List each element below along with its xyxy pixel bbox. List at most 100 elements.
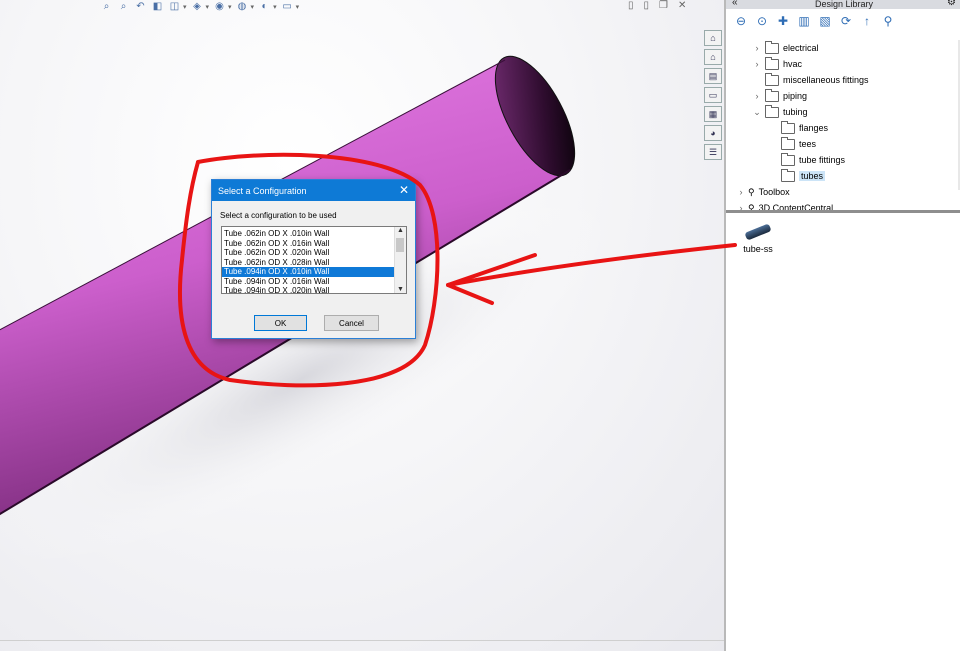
dropdown-caret-icon[interactable]: ▾ xyxy=(296,3,300,11)
list-scrollbar[interactable]: ▲ ▼ xyxy=(394,227,406,293)
previous-view-icon[interactable]: ↶ xyxy=(134,1,147,13)
appearances-icon[interactable]: ◕ xyxy=(704,125,722,141)
design-library-icon[interactable]: ▤ xyxy=(704,68,722,84)
tree-item-label: Toolbox xyxy=(758,187,790,197)
chevron-down-icon[interactable]: ⌄ xyxy=(752,107,762,118)
section-view-icon[interactable]: ◧ xyxy=(151,1,164,13)
zoom-to-fit-icon[interactable]: ⌕ xyxy=(100,1,113,13)
dropdown-caret-icon[interactable]: ▾ xyxy=(206,3,210,11)
cancel-button[interactable]: Cancel xyxy=(324,315,379,331)
library-toolbar: ⊖ ⊙ ✚ ▥ ▧ ⟳ ↑ ⚲ xyxy=(734,14,895,28)
tree-item[interactable]: tube fittings xyxy=(768,152,845,168)
configuration-option[interactable]: Tube .094in OD X .010in Wall xyxy=(222,267,394,277)
display-style-icon[interactable]: ◈ xyxy=(191,1,204,13)
view-palette-icon[interactable]: ▦ xyxy=(704,106,722,122)
dropdown-caret-icon[interactable]: ▾ xyxy=(228,3,232,11)
folder-icon xyxy=(765,88,779,102)
folder-icon xyxy=(765,40,779,54)
task-pane-tabs: ⌂ ⌂ ▤ ▭ ▦ ◕ ☰ xyxy=(704,30,724,160)
window-controls: ▯ ▯ ❐ ✕ xyxy=(628,0,686,11)
home-icon[interactable]: ⌂ xyxy=(704,49,722,65)
pane-header: « Design Library ⚙ xyxy=(726,0,960,9)
toolbox-icon: ⚲ xyxy=(748,202,755,211)
configuration-option[interactable]: Tube .062in OD X .010in Wall xyxy=(222,229,394,239)
minimize-icon[interactable]: ▯ xyxy=(644,0,650,11)
ok-button[interactable]: OK xyxy=(254,315,307,331)
back-icon[interactable]: ⊖ xyxy=(734,14,748,28)
view-settings-icon[interactable]: ▭ xyxy=(281,1,294,13)
dropdown-caret-icon[interactable]: ▾ xyxy=(273,3,277,11)
tree-item[interactable]: › hvac xyxy=(752,56,802,72)
custom-properties-icon[interactable]: ☰ xyxy=(704,144,722,160)
tree-item[interactable]: flanges xyxy=(768,120,828,136)
folder-icon xyxy=(765,72,779,86)
folder-icon xyxy=(781,168,795,182)
dialog-title-bar[interactable]: Select a Configuration ✕ xyxy=(212,180,415,201)
folder-icon xyxy=(765,104,779,118)
chevron-right-icon[interactable]: › xyxy=(752,43,762,53)
dialog-close-icon[interactable]: ✕ xyxy=(399,183,409,197)
close-icon[interactable]: ✕ xyxy=(678,0,686,11)
tree-item[interactable]: miscellaneous fittings xyxy=(752,72,869,88)
tube-thumbnail-icon xyxy=(744,223,772,241)
pane-splitter[interactable] xyxy=(726,210,960,213)
forward-icon[interactable]: ⊙ xyxy=(755,14,769,28)
tree-item-label: piping xyxy=(783,91,808,101)
dialog-prompt: Select a configuration to be used xyxy=(220,211,337,220)
folder-icon xyxy=(781,152,795,166)
apply-scene-icon[interactable]: ◐ xyxy=(258,1,271,13)
resources-icon[interactable]: ⌂ xyxy=(704,30,722,46)
scroll-up-icon[interactable]: ▲ xyxy=(397,227,404,234)
scroll-thumb[interactable] xyxy=(396,238,404,252)
add-file-location-icon[interactable]: ▥ xyxy=(797,14,811,28)
scroll-down-icon[interactable]: ▼ xyxy=(397,286,404,293)
configuration-option[interactable]: Tube .062in OD X .016in Wall xyxy=(222,239,394,249)
zoom-area-icon[interactable]: ⌕ xyxy=(117,1,130,13)
configuration-list[interactable]: Tube .062in OD X .010in Wall Tube .062in … xyxy=(221,226,407,294)
heads-up-view-toolbar: ⌕ ⌕ ↶ ◧ ◫ ▾ ◈ ▾ ◉ ▾ ◍ ▾ ◐ ▾ ▭ ▾ xyxy=(100,0,299,13)
up-one-level-icon[interactable]: ↑ xyxy=(860,14,874,28)
tree-item[interactable]: ⌄ tubing xyxy=(752,104,808,120)
tree-item[interactable]: › piping xyxy=(752,88,807,104)
tree-item[interactable]: › ⚲ 3D ContentCentral xyxy=(736,200,834,211)
tree-item[interactable]: tees xyxy=(768,136,816,152)
tree-item-label: miscellaneous fittings xyxy=(783,75,869,85)
dialog-title: Select a Configuration xyxy=(218,185,307,196)
tree-item[interactable]: › electrical xyxy=(752,40,819,56)
tree-item-label: tube fittings xyxy=(799,155,846,165)
dropdown-caret-icon[interactable]: ▾ xyxy=(183,3,187,11)
tree-item-label: tubing xyxy=(783,107,808,117)
file-explorer-icon[interactable]: ▭ xyxy=(704,87,722,103)
chevron-right-icon[interactable]: › xyxy=(736,187,746,197)
toolbox-icon[interactable]: ⚲ xyxy=(881,14,895,28)
maximize-icon[interactable]: ❐ xyxy=(659,0,668,11)
viewport-divider xyxy=(0,640,724,641)
configuration-option[interactable]: Tube .062in OD X .028in Wall xyxy=(222,258,394,268)
library-item[interactable]: tube-ss xyxy=(738,223,778,254)
pane-title: Design Library xyxy=(814,0,874,9)
design-library-pane: « Design Library ⚙ ⊖ ⊙ ✚ ▥ ▧ ⟳ ↑ ⚲ › electrical ›… xyxy=(724,0,960,651)
configuration-option[interactable]: Tube .094in OD X .020in Wall xyxy=(222,286,394,293)
folder-icon xyxy=(781,136,795,150)
tree-item-label: tubes xyxy=(799,171,826,181)
configuration-option[interactable]: Tube .094in OD X .016in Wall xyxy=(222,277,394,287)
edit-appearance-icon[interactable]: ◍ xyxy=(236,1,249,13)
add-to-library-icon[interactable]: ✚ xyxy=(776,14,790,28)
chevron-right-icon[interactable]: › xyxy=(752,59,762,69)
configuration-option[interactable]: Tube .062in OD X .020in Wall xyxy=(222,248,394,258)
dropdown-caret-icon[interactable]: ▾ xyxy=(251,3,255,11)
collapse-icon[interactable]: « xyxy=(732,0,738,8)
refresh-icon[interactable]: ⟳ xyxy=(839,14,853,28)
tree-item[interactable]: › ⚲ Toolbox xyxy=(736,184,790,200)
tree-item-label: flanges xyxy=(799,123,829,133)
create-folder-icon[interactable]: ▧ xyxy=(818,14,832,28)
gear-icon[interactable]: ⚙ xyxy=(947,0,956,8)
chevron-right-icon[interactable]: › xyxy=(736,203,746,210)
hide-show-icon[interactable]: ◉ xyxy=(213,1,226,13)
chevron-right-icon[interactable]: › xyxy=(752,91,762,101)
tree-item[interactable]: tubes xyxy=(768,168,826,184)
library-tree[interactable]: › electrical › hvac miscellaneous fittings › p… xyxy=(726,40,960,210)
graphics-area[interactable]: ⌕ ⌕ ↶ ◧ ◫ ▾ ◈ ▾ ◉ ▾ ◍ ▾ ◐ ▾ ▭ ▾ ▯ ▯ ❐ ✕ ⌂ ⌂ ▤ ▭ ▦ ◕ ☰ Select … xyxy=(0,0,724,651)
restore-icon[interactable]: ▯ xyxy=(628,0,634,11)
view-orientation-icon[interactable]: ◫ xyxy=(168,1,181,13)
